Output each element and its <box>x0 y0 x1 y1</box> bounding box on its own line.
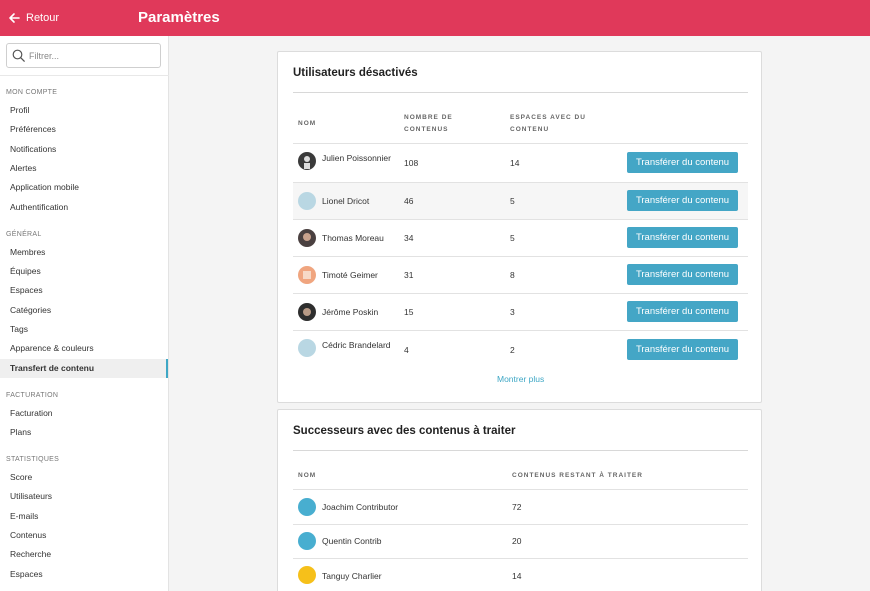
transfer-content-button[interactable]: Transférer du contenu <box>627 264 738 285</box>
back-button[interactable]: Retour <box>8 0 59 36</box>
search-box[interactable] <box>6 43 161 68</box>
avatar <box>298 266 316 284</box>
transfer-content-button[interactable]: Transférer du contenu <box>627 301 738 322</box>
sidebar-item-membres[interactable]: Membres <box>0 243 168 262</box>
section-label-mon-compte: MON COMPTE <box>6 89 58 96</box>
user-name: Julien Poissonnier <box>322 153 391 163</box>
sidebar-item-stats-utilisateurs[interactable]: Utilisateurs <box>0 487 168 506</box>
card-title-successors: Successeurs avec des contenus à traiter <box>293 425 516 437</box>
avatar <box>298 192 316 210</box>
transfer-content-button[interactable]: Transférer du contenu <box>627 152 738 173</box>
sidebar-item-plans[interactable]: Plans <box>0 423 168 442</box>
user-name: Tanguy Charlier <box>322 571 382 581</box>
title-divider <box>293 92 748 93</box>
transfer-content-button[interactable]: Transférer du contenu <box>627 190 738 211</box>
user-name: Jérôme Poskin <box>322 307 379 317</box>
section-label-general: GÉNÉRAL <box>6 231 42 238</box>
row-divider <box>293 524 748 525</box>
column-header-name: NOM <box>298 120 317 127</box>
sidebar-item-stats-recherche[interactable]: Recherche <box>0 545 168 564</box>
spaces-count: 5 <box>510 196 515 206</box>
sidebar-item-stats-emails[interactable]: E-mails <box>0 507 168 526</box>
spaces-count: 14 <box>510 158 520 168</box>
avatar <box>298 498 316 516</box>
content-count: 4 <box>404 345 409 355</box>
content-count: 34 <box>404 233 414 243</box>
sidebar-divider <box>0 75 169 76</box>
content-count: 108 <box>404 158 419 168</box>
spaces-count: 5 <box>510 233 515 243</box>
content-count: 31 <box>404 270 414 280</box>
remaining-count: 20 <box>512 536 522 546</box>
sidebar: MON COMPTE Profil Préférences Notificati… <box>0 36 169 591</box>
user-name: Timoté Geimer <box>322 270 378 280</box>
row-divider <box>293 256 748 257</box>
user-name: Lionel Dricot <box>322 196 370 206</box>
title-divider <box>293 450 748 451</box>
content-count: 15 <box>404 307 414 317</box>
avatar <box>298 152 316 170</box>
row-divider <box>293 330 748 331</box>
transfer-content-button[interactable]: Transférer du contenu <box>627 227 738 248</box>
remaining-count: 72 <box>512 502 522 512</box>
content-count: 46 <box>404 196 414 206</box>
successors-card: Successeurs avec des contenus à traiter … <box>277 409 762 591</box>
column-header-name: NOM <box>298 472 317 479</box>
spaces-count: 2 <box>510 345 515 355</box>
user-name: Quentin Contrib <box>322 536 382 546</box>
page-title: Paramètres <box>138 9 220 26</box>
show-more-link[interactable]: Montrer plus <box>497 374 544 384</box>
sidebar-item-stats-espaces[interactable]: Espaces <box>0 565 168 584</box>
remaining-count: 14 <box>512 571 522 581</box>
header-line <box>293 489 748 490</box>
section-label-facturation: FACTURATION <box>6 392 59 399</box>
sidebar-item-alertes[interactable]: Alertes <box>0 159 168 178</box>
sidebar-item-categories[interactable]: Catégories <box>0 301 168 320</box>
section-label-statistiques: STATISTIQUES <box>6 456 60 463</box>
sidebar-item-profil[interactable]: Profil <box>0 101 168 120</box>
sidebar-item-equipes[interactable]: Équipes <box>0 262 168 281</box>
column-header-content-count: NOMBRE DE CONTENUS <box>404 114 453 133</box>
spaces-count: 8 <box>510 270 515 280</box>
column-header-remaining: CONTENUS RESTANT À TRAITER <box>512 472 643 479</box>
sidebar-item-notifications[interactable]: Notifications <box>0 140 168 159</box>
avatar <box>298 532 316 550</box>
user-name: Thomas Moreau <box>322 233 384 243</box>
sidebar-item-authentification[interactable]: Authentification <box>0 198 168 217</box>
transfer-content-button[interactable]: Transférer du contenu <box>627 339 738 360</box>
sidebar-item-apparence[interactable]: Apparence & couleurs <box>0 339 168 358</box>
top-bar: Retour Paramètres <box>0 0 870 36</box>
header-line <box>293 143 748 144</box>
row-divider <box>293 293 748 294</box>
sidebar-item-espaces[interactable]: Espaces <box>0 281 168 300</box>
column-header-spaces: ESPACES AVEC DU CONTENU <box>510 114 586 133</box>
search-input[interactable] <box>29 47 157 64</box>
search-icon <box>12 49 25 62</box>
deactivated-users-card: Utilisateurs désactivés NOM NOMBRE DE CO… <box>277 51 762 403</box>
avatar <box>298 566 316 584</box>
user-name: Cédric Brandelard <box>322 340 391 350</box>
sidebar-item-score[interactable]: Score <box>0 468 168 487</box>
sidebar-item-application-mobile[interactable]: Application mobile <box>0 178 168 197</box>
sidebar-item-facturation[interactable]: Facturation <box>0 404 168 423</box>
spaces-count: 3 <box>510 307 515 317</box>
back-label: Retour <box>26 12 60 24</box>
card-title-deactivated: Utilisateurs désactivés <box>293 67 418 79</box>
row-divider <box>293 219 748 220</box>
avatar <box>298 303 316 321</box>
arrow-left-icon <box>9 13 20 23</box>
avatar <box>298 229 316 247</box>
user-name: Joachim Contributor <box>322 502 399 512</box>
sidebar-item-stats-contenus[interactable]: Contenus <box>0 526 168 545</box>
avatar <box>298 339 316 357</box>
row-divider <box>293 558 748 559</box>
sidebar-item-tags[interactable]: Tags <box>0 320 168 339</box>
sidebar-item-transfert-de-contenu[interactable]: Transfert de contenu <box>0 359 168 378</box>
sidebar-item-preferences[interactable]: Préférences <box>0 120 168 139</box>
